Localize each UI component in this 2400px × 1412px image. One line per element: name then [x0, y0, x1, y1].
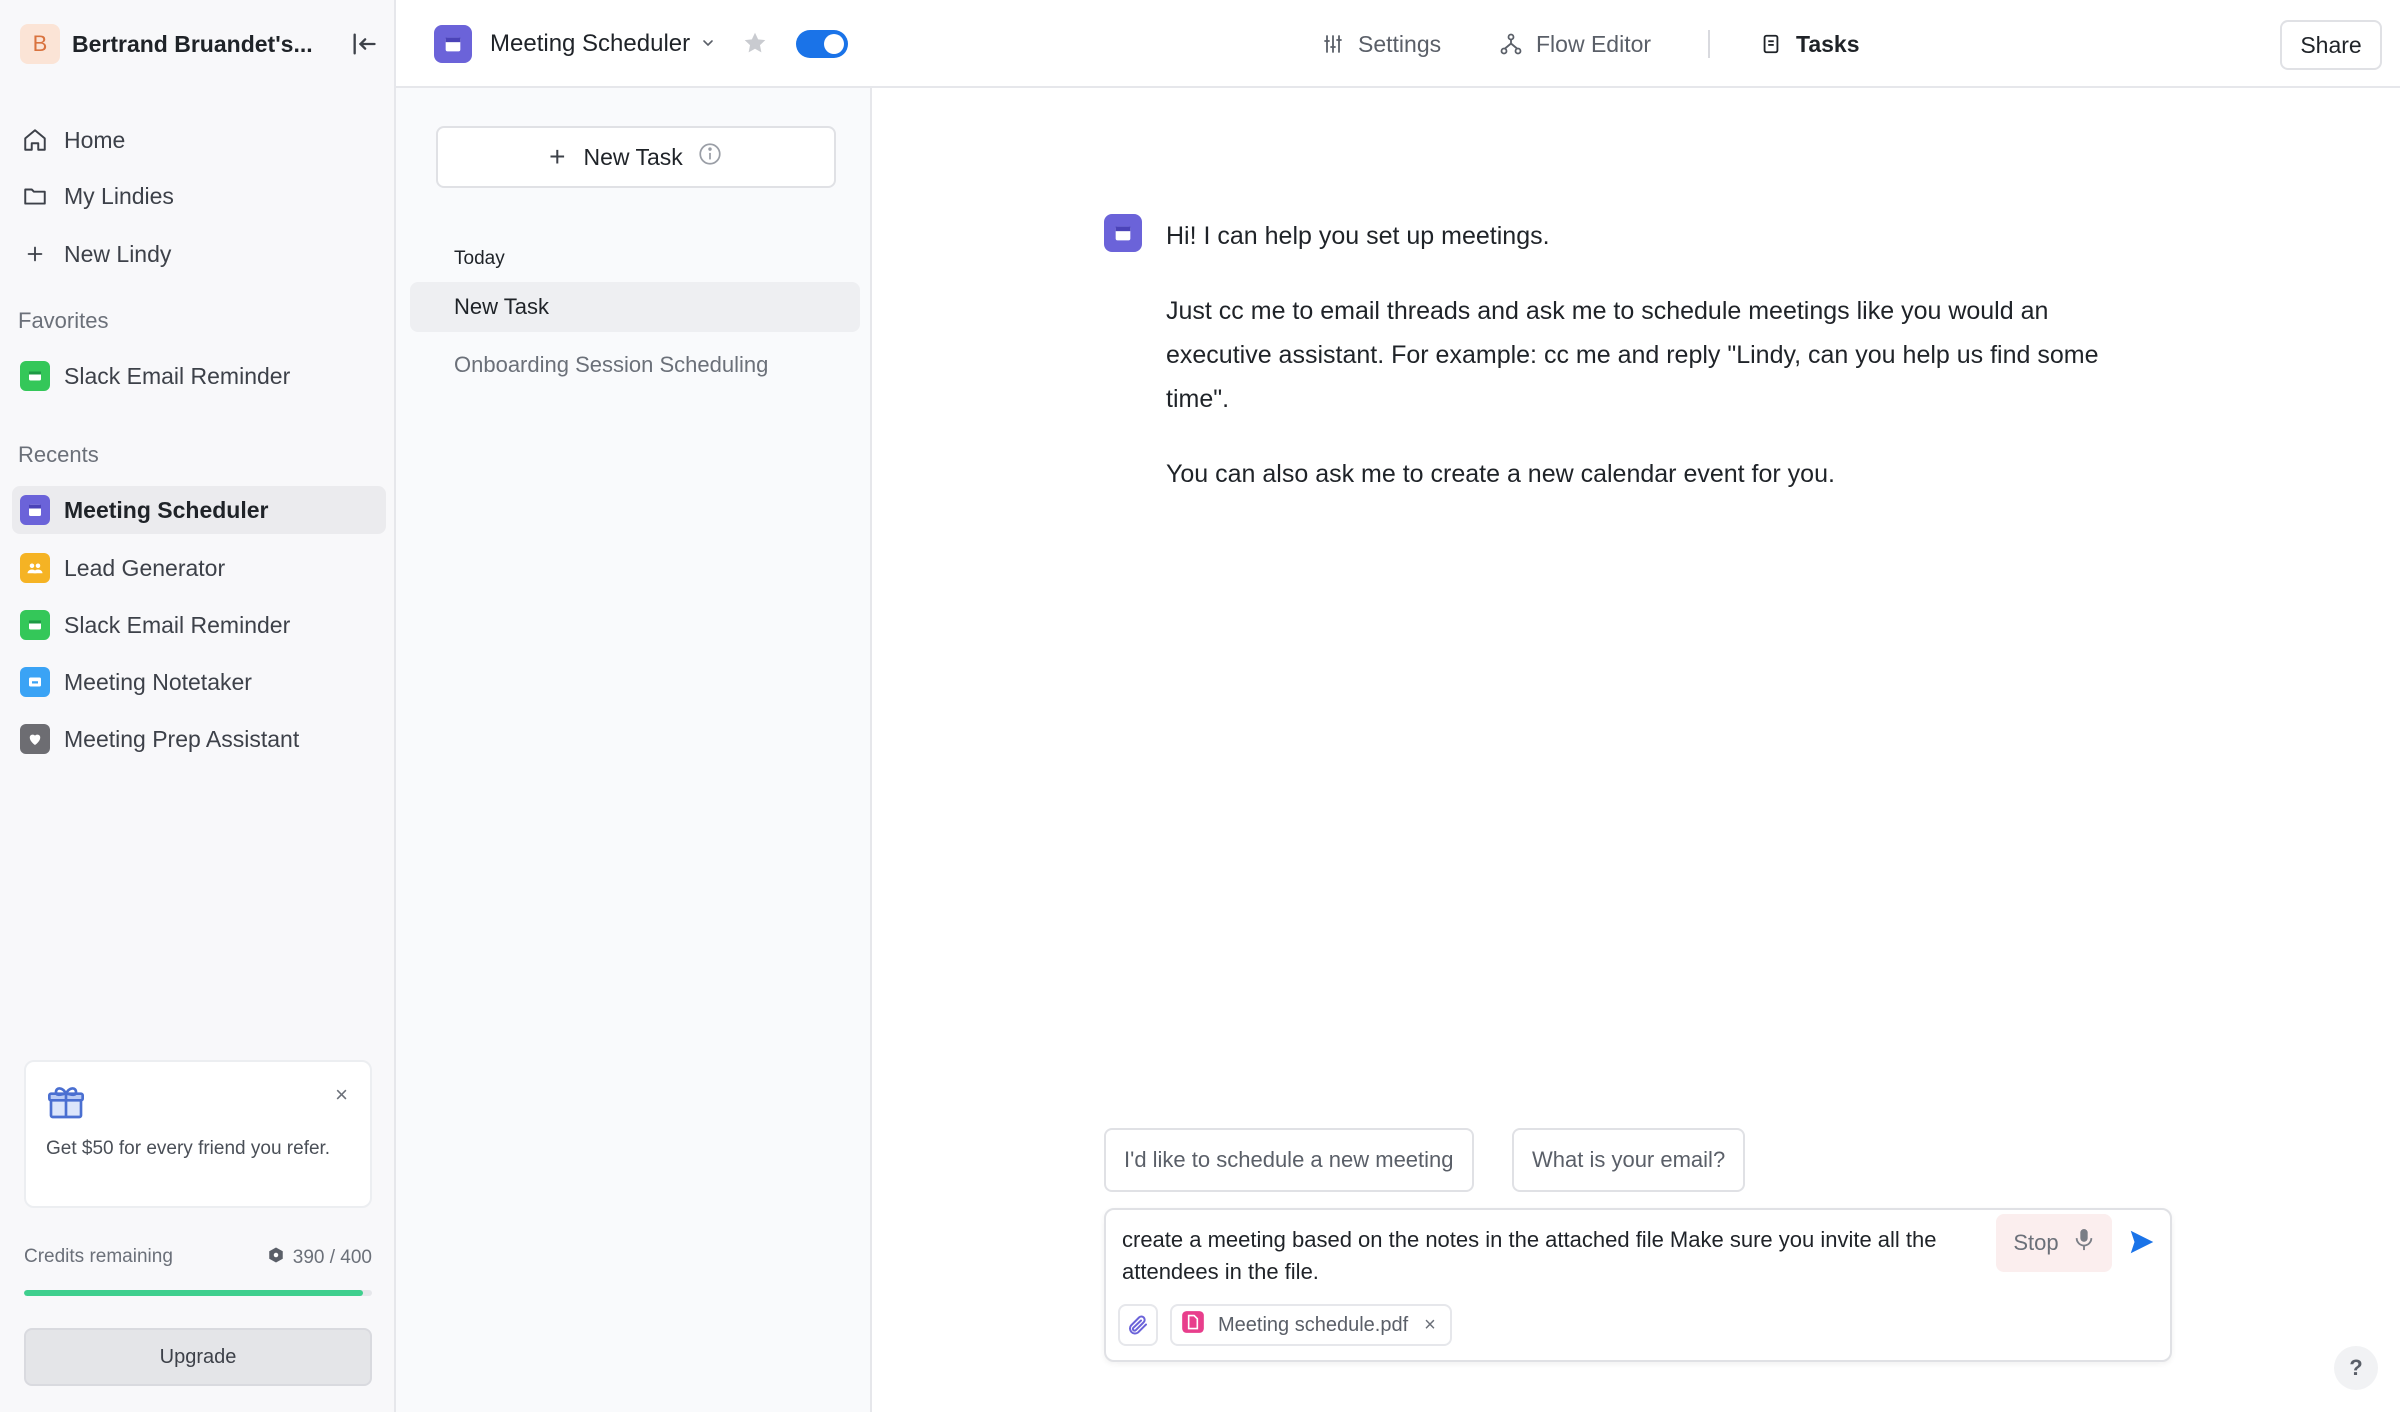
message-paragraph: Hi! I can help you set up meetings.: [1166, 222, 1550, 250]
tab-tasks[interactable]: Tasks: [1758, 24, 1860, 64]
tab-flow-editor-label: Flow Editor: [1536, 30, 1652, 57]
composer-input[interactable]: create a meeting based on the notes in t…: [1122, 1224, 2002, 1288]
plus-icon: [20, 239, 50, 269]
sliders-icon: [1320, 31, 1346, 57]
message-paragraph: You can also ask me to create a new cale…: [1166, 460, 1835, 488]
referral-text: Get $50 for every friend you refer.: [46, 1138, 331, 1159]
recent-label: Lead Generator: [64, 554, 226, 581]
agent-avatar: [1104, 214, 1142, 252]
tasks-panel: + New Task Today New Task Onboarding Ses…: [396, 88, 872, 1412]
folder-icon: [20, 181, 50, 211]
collapse-sidebar-icon[interactable]: [348, 28, 380, 60]
notetaker-icon: [20, 667, 50, 697]
upgrade-button[interactable]: Upgrade: [24, 1328, 372, 1386]
recent-meeting-scheduler[interactable]: Meeting Scheduler: [12, 486, 386, 534]
help-button[interactable]: ?: [2334, 1346, 2378, 1390]
task-item-onboarding-session-scheduling[interactable]: Onboarding Session Scheduling: [410, 340, 860, 390]
credits-value: 390 / 400: [292, 1247, 372, 1268]
agent-title-dropdown[interactable]: Meeting Scheduler: [434, 24, 716, 64]
pdf-file-icon: [1180, 1309, 1206, 1341]
document-icon: [1758, 31, 1784, 57]
nav-my-lindies[interactable]: My Lindies: [12, 172, 386, 220]
nav-new-lindy[interactable]: New Lindy: [12, 230, 386, 278]
nav-home[interactable]: Home: [12, 116, 386, 164]
recent-lead-generator[interactable]: Lead Generator: [12, 544, 386, 592]
calendar-icon: [434, 25, 472, 63]
close-referral-icon[interactable]: ×: [335, 1082, 348, 1108]
calendar-icon: [1104, 214, 1142, 252]
home-icon: [20, 125, 50, 155]
credits-value-wrap: 390 / 400: [267, 1246, 372, 1270]
sidebar: B Bertrand Bruandet's... Home My Lindies…: [0, 0, 396, 1412]
recent-meeting-prep-assistant[interactable]: Meeting Prep Assistant: [12, 715, 386, 763]
attachment-chip: Meeting schedule.pdf ×: [1170, 1304, 1452, 1346]
recent-slack-email-reminder[interactable]: Slack Email Reminder: [12, 601, 386, 649]
new-task-label: New Task: [583, 143, 683, 170]
tab-settings[interactable]: Settings: [1320, 24, 1441, 64]
nav-my-lindies-label: My Lindies: [64, 182, 174, 209]
microphone-icon[interactable]: [2073, 1226, 2095, 1260]
nav-new-lindy-label: New Lindy: [64, 240, 172, 267]
workspace-name[interactable]: Bertrand Bruandet's...: [72, 31, 313, 58]
favorites-heading: Favorites: [18, 308, 109, 333]
referral-card: × Get $50 for every friend you refer.: [24, 1060, 372, 1208]
favorite-slack-email-reminder[interactable]: Slack Email Reminder: [12, 352, 386, 400]
tab-tasks-label: Tasks: [1796, 30, 1860, 57]
star-icon[interactable]: [742, 30, 768, 62]
slack-email-reminder-icon: [20, 610, 50, 640]
info-icon[interactable]: [697, 141, 723, 173]
workspace-header[interactable]: B Bertrand Bruandet's...: [20, 24, 380, 64]
tab-settings-label: Settings: [1358, 30, 1442, 57]
new-task-button[interactable]: + New Task: [436, 126, 836, 188]
agent-enabled-toggle[interactable]: [796, 30, 848, 58]
paperclip-icon[interactable]: [1118, 1304, 1158, 1346]
message-composer[interactable]: create a meeting based on the notes in t…: [1104, 1208, 2172, 1362]
tab-flow-editor[interactable]: Flow Editor: [1498, 24, 1651, 64]
send-icon[interactable]: [2124, 1224, 2160, 1260]
recent-meeting-notetaker[interactable]: Meeting Notetaker: [12, 658, 386, 706]
credits-icon: [267, 1246, 285, 1270]
plus-icon: +: [549, 141, 566, 172]
calendar-icon: [20, 495, 50, 525]
recent-label: Meeting Scheduler: [64, 496, 269, 523]
attachment-name: Meeting schedule.pdf: [1218, 1313, 1409, 1336]
tab-divider: [1708, 30, 1710, 58]
task-item-new-task[interactable]: New Task: [410, 282, 860, 332]
recent-label: Meeting Prep Assistant: [64, 725, 300, 752]
gift-icon: [46, 1082, 86, 1128]
stop-button[interactable]: Stop: [1996, 1214, 2112, 1272]
message-paragraph: Just cc me to email threads and ask me t…: [1166, 297, 2099, 413]
heart-icon: [20, 724, 50, 754]
nav-home-label: Home: [64, 126, 126, 153]
suggestion-schedule-meeting[interactable]: I'd like to schedule a new meeting: [1104, 1128, 1474, 1192]
credits-row: Credits remaining 390 / 400: [24, 1246, 372, 1270]
credits-progress-bar: [24, 1290, 372, 1296]
credits-label: Credits remaining: [24, 1246, 173, 1267]
chat-area: Hi! I can help you set up meetings. Just…: [872, 88, 2400, 1412]
slack-email-reminder-icon: [20, 361, 50, 391]
people-icon: [20, 553, 50, 583]
favorite-label: Slack Email Reminder: [64, 362, 291, 389]
stop-label: Stop: [2013, 1230, 2059, 1255]
agent-message: Hi! I can help you set up meetings. Just…: [1166, 214, 2126, 527]
workspace-avatar: B: [20, 24, 60, 64]
credits-progress-fill: [24, 1290, 364, 1296]
flow-icon: [1498, 31, 1524, 57]
recent-label: Slack Email Reminder: [64, 611, 291, 638]
recent-label: Meeting Notetaker: [64, 668, 252, 695]
top-bar: Meeting Scheduler Settings Flow Editor T…: [396, 0, 2400, 88]
suggestion-what-is-your-email[interactable]: What is your email?: [1512, 1128, 1746, 1192]
chevron-down-icon: [700, 31, 716, 57]
agent-title: Meeting Scheduler: [490, 30, 691, 57]
recents-heading: Recents: [18, 442, 99, 467]
share-button[interactable]: Share: [2280, 20, 2382, 70]
today-heading: Today: [454, 248, 505, 269]
remove-attachment-icon[interactable]: ×: [1424, 1314, 1436, 1337]
